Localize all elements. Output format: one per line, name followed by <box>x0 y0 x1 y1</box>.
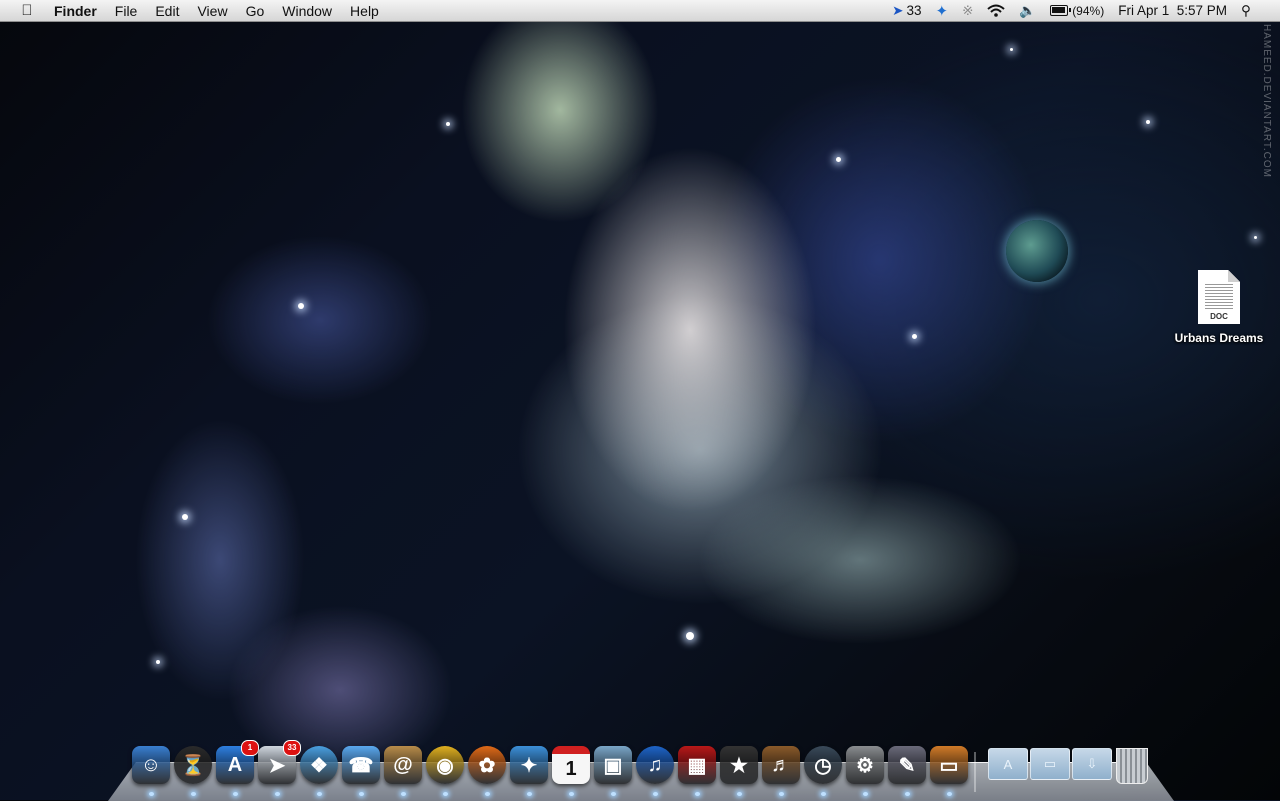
menu-help[interactable]: Help <box>341 3 388 19</box>
finder-icon[interactable]: ☺ <box>132 746 170 784</box>
menu-app-finder[interactable]: Finder <box>50 3 106 19</box>
star <box>836 157 841 162</box>
doc-type-badge: DOC <box>1210 312 1228 321</box>
downloads-folder-icon[interactable]: ⇩ <box>1072 748 1112 780</box>
ical-icon[interactable]: 1 <box>552 746 590 784</box>
star <box>1010 48 1013 51</box>
dock-badge: 1 <box>241 740 259 756</box>
firefox-icon[interactable]: ✿ <box>468 746 506 784</box>
running-indicator <box>947 792 952 796</box>
running-indicator <box>275 792 280 796</box>
applications-folder-icon[interactable]: A <box>988 748 1028 780</box>
bluetooth-icon: ※ <box>962 2 974 18</box>
photo-booth-icon[interactable]: ▦ <box>678 746 716 784</box>
safari-icon[interactable]: ❖ <box>300 746 338 784</box>
dock: ☺ ⏳ A 1 ➤ 33 ❖ ☎ @ ◉ ✿ ✦ 1 ▣ ♫ ▦ ★ ♬ ◷ ⚙ ✎ ▭ A ▭ ⇩ <box>126 740 1166 800</box>
running-indicator <box>443 792 448 796</box>
running-indicator <box>191 792 196 796</box>
twitter-menu-extra[interactable]: ✦ <box>928 2 955 20</box>
menu-window[interactable]: Window <box>273 3 341 19</box>
desktop-file-label: Urbans Dreams <box>1174 331 1264 345</box>
star <box>1146 120 1150 124</box>
star <box>1254 236 1257 239</box>
running-indicator <box>569 792 574 796</box>
running-indicator <box>401 792 406 796</box>
running-indicator <box>317 792 322 796</box>
star <box>298 303 304 309</box>
trash-icon[interactable] <box>1116 748 1148 784</box>
running-indicator <box>149 792 154 796</box>
time-machine-icon[interactable]: ◷ <box>804 746 842 784</box>
ical-date-label: 1 <box>565 757 577 780</box>
sparrow-icon[interactable]: ➤ 33 <box>258 740 301 784</box>
menu-extras: ➤ 33 ✦ ※ 🔈 (94%) Fri Apr 1 5:57 PM ⚲ <box>885 0 1280 22</box>
menu-go[interactable]: Go <box>237 3 274 19</box>
apple-logo-icon[interactable]:  <box>18 2 36 19</box>
chrome-icon[interactable]: ◉ <box>426 746 464 784</box>
script-editor-icon[interactable]: ✎ <box>888 746 926 784</box>
twitter-icon[interactable]: ✦ <box>510 746 548 784</box>
bluetooth-menu-extra[interactable]: ※ <box>955 3 980 19</box>
imovie-icon[interactable]: ★ <box>720 746 758 784</box>
star <box>156 660 160 664</box>
garageband-icon[interactable]: ♬ <box>762 746 800 784</box>
running-indicator <box>905 792 910 796</box>
ichat-icon[interactable]: ☎ <box>342 746 380 784</box>
menu-edit[interactable]: Edit <box>146 3 188 19</box>
running-indicator <box>527 792 532 796</box>
volume-menu-extra[interactable]: 🔈 <box>1012 3 1043 19</box>
dock-badge: 33 <box>283 740 301 756</box>
document-icon: DOC <box>1198 270 1240 324</box>
iphoto-icon[interactable]: ▣ <box>594 746 632 784</box>
menu-file[interactable]: File <box>106 3 147 19</box>
planet <box>1006 220 1068 282</box>
running-indicator <box>653 792 658 796</box>
sparrow-unread-count: 33 <box>906 3 922 18</box>
clock[interactable]: Fri Apr 1 5:57 PM <box>1111 3 1234 18</box>
twitter-bird-icon: ✦ <box>935 2 949 20</box>
system-preferences-icon[interactable]: ⚙ <box>846 746 884 784</box>
running-indicator <box>485 792 490 796</box>
running-indicator <box>695 792 700 796</box>
running-indicator <box>737 792 742 796</box>
battery-percent: (94%) <box>1072 3 1105 18</box>
keynote-icon[interactable]: ▭ <box>930 746 968 784</box>
running-indicator <box>359 792 364 796</box>
star <box>182 514 188 520</box>
battery-icon <box>1050 5 1072 16</box>
running-indicator <box>233 792 238 796</box>
volume-icon: 🔈 <box>1019 2 1037 18</box>
spotlight-search-icon[interactable]: ⚲ <box>1234 3 1272 19</box>
sparrow-icon: ➤ <box>892 2 904 18</box>
running-indicator <box>779 792 784 796</box>
running-indicator <box>611 792 616 796</box>
star <box>686 632 694 640</box>
star <box>912 334 917 339</box>
wifi-icon <box>987 4 1006 17</box>
menu-view[interactable]: View <box>188 3 236 19</box>
star <box>446 122 450 126</box>
watermark: HAMEED.DEVIANTART.COM <box>1261 24 1272 178</box>
documents-folder-icon[interactable]: ▭ <box>1030 748 1070 780</box>
wifi-menu-extra[interactable] <box>980 4 1012 17</box>
itunes-icon[interactable]: ♫ <box>636 746 674 784</box>
menu-bar:  Finder File Edit View Go Window Help ➤… <box>0 0 1280 22</box>
battery-menu-extra[interactable]: (94%) <box>1043 4 1111 18</box>
running-indicator <box>821 792 826 796</box>
app-store-icon[interactable]: A1 <box>216 740 259 784</box>
address-book-icon[interactable]: @ <box>384 746 422 784</box>
dashboard-icon[interactable]: ⏳ <box>174 746 212 784</box>
sparrow-menu-extra[interactable]: ➤ 33 <box>885 3 928 19</box>
dock-divider <box>974 752 976 792</box>
running-indicator <box>863 792 868 796</box>
desktop-file-urbans-dreams[interactable]: DOC Urbans Dreams <box>1166 270 1272 345</box>
